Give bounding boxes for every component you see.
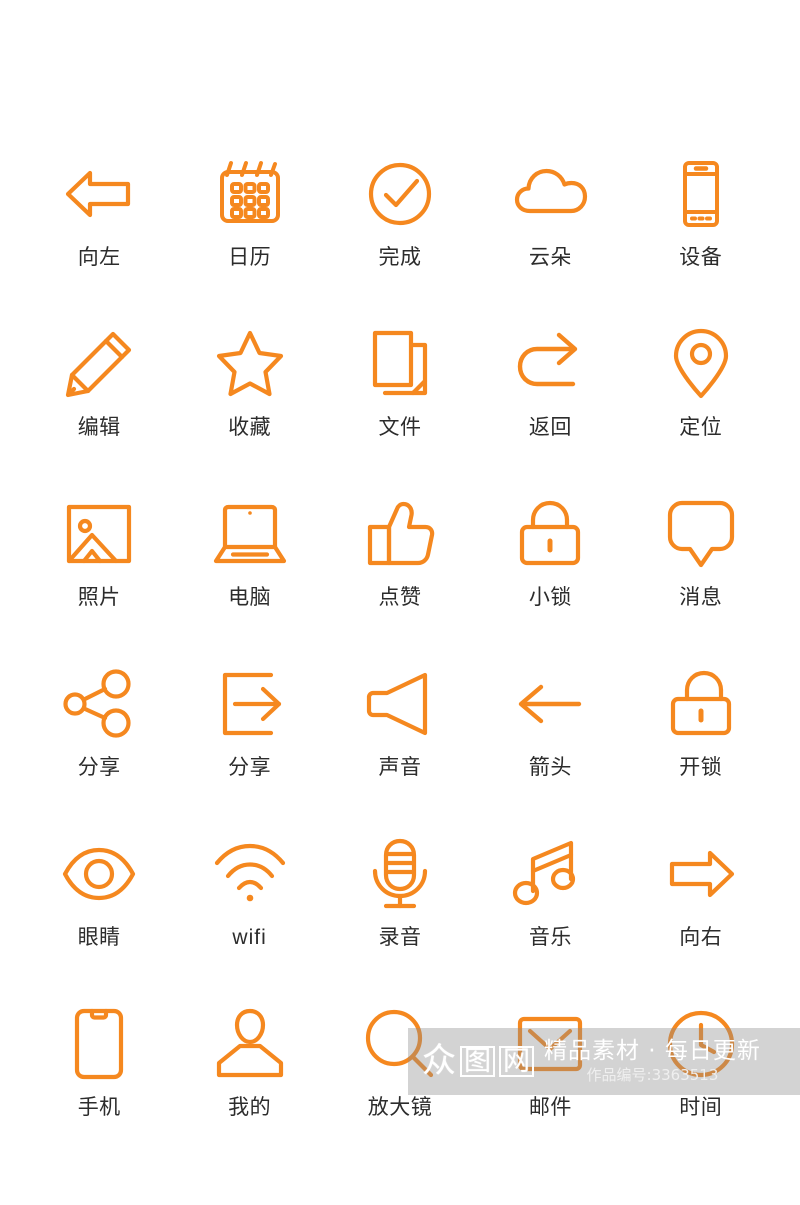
lock-open-icon	[662, 665, 740, 743]
icon-cell-device[interactable]: 设备	[626, 155, 776, 325]
photo-icon	[60, 495, 138, 573]
icon-cell-photo[interactable]: 照片	[24, 495, 174, 665]
cloud-icon	[511, 155, 589, 233]
file-icon	[361, 325, 439, 403]
icon-label: 放大镜	[367, 1096, 433, 1119]
icon-label: 音乐	[528, 926, 572, 949]
icon-label: 邮件	[528, 1096, 572, 1119]
icon-cell-time[interactable]: 时间	[626, 1005, 776, 1175]
icon-cell-message[interactable]: 消息	[626, 495, 776, 665]
magnifier-icon	[361, 1005, 439, 1083]
icon-cell-arrow-left[interactable]: 向左	[24, 155, 174, 325]
icon-label: 日历	[228, 246, 272, 269]
icon-label: 向左	[77, 246, 121, 269]
icon-label: 文件	[378, 416, 422, 439]
icon-label: 时间	[679, 1096, 723, 1119]
icon-cell-unlock[interactable]: 开锁	[626, 665, 776, 835]
icon-cell-eye[interactable]: 眼睛	[24, 835, 174, 1005]
icon-cell-edit[interactable]: 编辑	[24, 325, 174, 495]
user-icon	[211, 1005, 289, 1083]
icon-label: 电脑	[228, 586, 272, 609]
music-note-icon	[511, 835, 589, 913]
icon-cell-cloud[interactable]: 云朵	[475, 155, 625, 325]
icon-cell-arrow[interactable]: 箭头	[475, 665, 625, 835]
icon-cell-share-nodes[interactable]: 分享	[24, 665, 174, 835]
icon-label: 照片	[77, 586, 121, 609]
icon-label: 点赞	[378, 586, 422, 609]
icon-cell-share-export[interactable]: 分享	[174, 665, 324, 835]
icon-label: 向右	[679, 926, 723, 949]
icon-cell-favorite[interactable]: 收藏	[174, 325, 324, 495]
star-icon	[211, 325, 289, 403]
smartphone-icon	[60, 1005, 138, 1083]
icon-cell-mail[interactable]: 邮件	[475, 1005, 625, 1175]
lock-closed-icon	[511, 495, 589, 573]
icon-label: 设备	[679, 246, 723, 269]
icon-label: 完成	[378, 246, 422, 269]
icon-label: 我的	[228, 1096, 272, 1119]
icon-cell-lock[interactable]: 小锁	[475, 495, 625, 665]
icon-cell-like[interactable]: 点赞	[325, 495, 475, 665]
icon-sheet: 向左 日历 完成 云朵 设备 编辑 收藏 文件 返回 定位 照片 电脑 点赞 小…	[0, 0, 800, 1205]
icon-cell-arrow-right[interactable]: 向右	[626, 835, 776, 1005]
icon-cell-computer[interactable]: 电脑	[174, 495, 324, 665]
icon-label: 眼睛	[77, 926, 121, 949]
microphone-icon	[361, 835, 439, 913]
pencil-icon	[60, 325, 138, 403]
icon-cell-phone[interactable]: 手机	[24, 1005, 174, 1175]
eye-icon	[60, 835, 138, 913]
arrow-left-line-icon	[511, 665, 589, 743]
redo-arrow-icon	[511, 325, 589, 403]
icon-cell-location[interactable]: 定位	[626, 325, 776, 495]
icon-grid: 向左 日历 完成 云朵 设备 编辑 收藏 文件 返回 定位 照片 电脑 点赞 小…	[24, 155, 776, 1175]
arrow-left-icon	[60, 155, 138, 233]
clock-icon	[662, 1005, 740, 1083]
icon-label: 收藏	[228, 416, 272, 439]
icon-cell-magnifier[interactable]: 放大镜	[325, 1005, 475, 1175]
icon-cell-profile[interactable]: 我的	[174, 1005, 324, 1175]
icon-label: wifi	[232, 926, 267, 949]
speech-bubble-icon	[662, 495, 740, 573]
icon-label: 录音	[378, 926, 422, 949]
map-pin-icon	[662, 325, 740, 403]
thumbs-up-icon	[361, 495, 439, 573]
icon-label: 消息	[679, 586, 723, 609]
icon-cell-done[interactable]: 完成	[325, 155, 475, 325]
icon-label: 定位	[679, 416, 723, 439]
device-icon	[662, 155, 740, 233]
check-circle-icon	[361, 155, 439, 233]
calendar-icon	[211, 155, 289, 233]
icon-label: 云朵	[528, 246, 572, 269]
icon-cell-file[interactable]: 文件	[325, 325, 475, 495]
icon-cell-return[interactable]: 返回	[475, 325, 625, 495]
icon-label: 小锁	[528, 586, 572, 609]
icon-label: 返回	[528, 416, 572, 439]
icon-cell-calendar[interactable]: 日历	[174, 155, 324, 325]
export-arrow-icon	[211, 665, 289, 743]
wifi-icon	[211, 835, 289, 913]
speaker-icon	[361, 665, 439, 743]
icon-label: 声音	[378, 756, 422, 779]
icon-cell-music[interactable]: 音乐	[475, 835, 625, 1005]
icon-cell-wifi[interactable]: wifi	[174, 835, 324, 1005]
share-nodes-icon	[60, 665, 138, 743]
arrow-right-icon	[662, 835, 740, 913]
icon-label: 开锁	[679, 756, 723, 779]
icon-label: 编辑	[77, 416, 121, 439]
icon-label: 分享	[228, 756, 272, 779]
envelope-icon	[511, 1005, 589, 1083]
laptop-icon	[211, 495, 289, 573]
icon-label: 箭头	[528, 756, 572, 779]
icon-cell-record[interactable]: 录音	[325, 835, 475, 1005]
icon-label: 手机	[77, 1096, 121, 1119]
icon-cell-sound[interactable]: 声音	[325, 665, 475, 835]
icon-label: 分享	[77, 756, 121, 779]
